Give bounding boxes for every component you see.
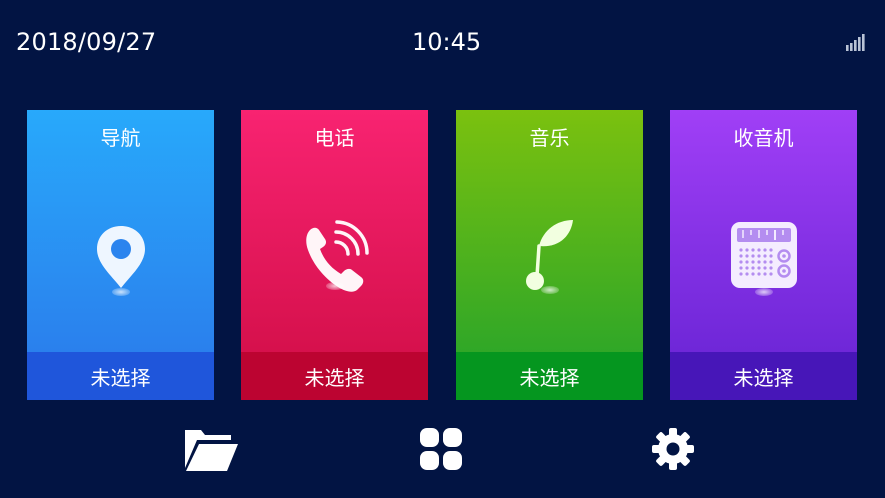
gear-icon <box>652 428 694 470</box>
settings-button[interactable] <box>645 425 701 473</box>
card-title: 收音机 <box>733 126 794 150</box>
card-status-label: 未选择 <box>670 352 857 400</box>
map-pin-icon <box>96 226 145 288</box>
music-note-icon <box>525 220 573 290</box>
card-title: 导航 <box>100 126 141 150</box>
phone-card[interactable]: 电话 未选择 <box>241 110 428 400</box>
card-title: 电话 <box>314 126 355 150</box>
apps-button[interactable] <box>413 425 469 473</box>
apps-grid-icon <box>420 428 462 470</box>
navigation-card[interactable]: 导航 未选择 <box>27 110 214 400</box>
icon-glow <box>754 288 773 296</box>
radio-card[interactable]: 收音机 未选择 <box>670 110 857 400</box>
status-date: 2018/09/27 <box>16 28 157 56</box>
card-status-label: 未选择 <box>27 352 214 400</box>
icon-glow <box>325 282 344 290</box>
icon-glow <box>111 288 130 296</box>
card-title: 音乐 <box>529 126 570 150</box>
radio-icon <box>730 222 797 288</box>
folder-icon <box>185 430 238 471</box>
music-card[interactable]: 音乐 未选择 <box>456 110 643 400</box>
signal-bars-icon <box>846 34 865 51</box>
icon-glow <box>540 286 559 294</box>
card-status-label: 未选择 <box>456 352 643 400</box>
files-button[interactable] <box>183 425 239 473</box>
card-status-label: 未选择 <box>241 352 428 400</box>
status-time: 10:45 <box>412 28 482 56</box>
